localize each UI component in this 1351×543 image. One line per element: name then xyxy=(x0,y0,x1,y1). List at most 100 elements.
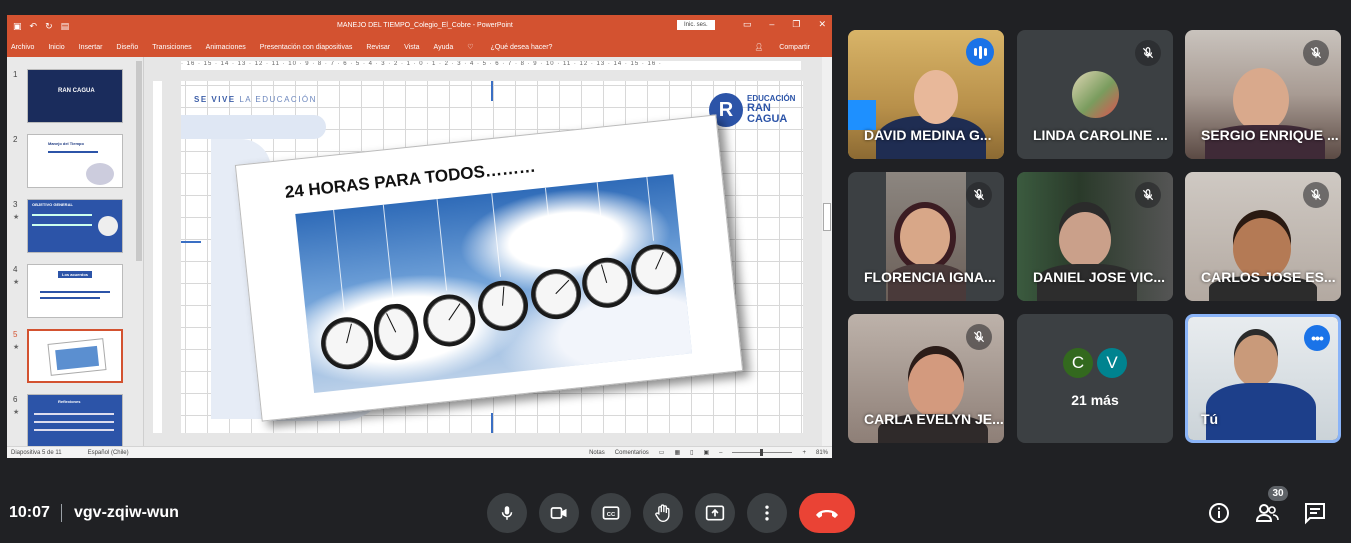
participant-tile[interactable]: SERGIO ENRIQUE ... xyxy=(1185,30,1341,159)
language-indicator[interactable]: Español (Chile) xyxy=(88,450,129,456)
thumbnail-title: OBJETIVO GENERAL xyxy=(32,202,73,207)
thumbnail-clock-image xyxy=(86,163,114,185)
present-icon[interactable]: ▤ xyxy=(61,21,70,31)
thumbnail-number: 6 xyxy=(13,395,18,404)
thumbnail-scrollbar[interactable] xyxy=(136,61,142,261)
present-screen-button[interactable] xyxy=(695,493,735,533)
participant-name: DANIEL JOSE VIC... xyxy=(1033,269,1165,285)
thumbnail-row-3[interactable]: 3 ★ OBJETIVO GENERAL xyxy=(7,199,142,259)
ribbon-display-icon[interactable]: ▭ xyxy=(743,19,752,30)
vertical-scrollbar[interactable] xyxy=(822,57,832,446)
slide-picture-card[interactable]: 24 HORAS PARA TODOS……… xyxy=(234,114,744,422)
zoom-slider[interactable] xyxy=(732,449,793,456)
thumbnail-row-5[interactable]: 5 ★ xyxy=(7,329,142,389)
sorter-view-icon[interactable]: ▦ xyxy=(674,449,680,456)
comments-button[interactable]: Comentarios xyxy=(615,450,649,456)
leave-call-button[interactable] xyxy=(799,493,855,533)
call-end-icon xyxy=(816,510,838,518)
tab-ayuda[interactable]: Ayuda xyxy=(434,44,454,51)
current-slide[interactable]: SE VIVE LA EDUCACIÓN R EDUCACIÓN RAN CAG… xyxy=(181,81,803,433)
slideshow-view-icon[interactable]: ▣ xyxy=(703,449,709,456)
participant-tile[interactable]: CARLOS JOSE ES... xyxy=(1185,172,1341,301)
chat-button[interactable] xyxy=(1302,500,1328,526)
thumbnail-line xyxy=(32,214,92,216)
others-group-tile[interactable]: C V 21 más xyxy=(1017,314,1173,443)
tab-insertar[interactable]: Insertar xyxy=(79,44,103,51)
ppt-workspace: 1 RAN CAGUA 2 Manejo del Tiempo 3 ★ OBJE… xyxy=(7,57,832,448)
animation-star-icon: ★ xyxy=(13,409,20,416)
slide-thumbnail[interactable]: Los acuerdos xyxy=(27,264,123,318)
participant-tile[interactable]: DAVID MEDINA G... xyxy=(848,30,1004,159)
horizontal-ruler: · 16 · 15 · 14 · 13 · 12 · 11 · 10 · 9 ·… xyxy=(181,61,801,70)
zoom-in-icon[interactable]: + xyxy=(802,450,806,456)
tab-transiciones[interactable]: Transiciones xyxy=(152,44,191,51)
tell-me-box[interactable]: ♡ ¿Qué desea hacer? xyxy=(467,43,566,52)
restore-icon[interactable]: ❐ xyxy=(792,19,800,30)
thumbnail-row-2[interactable]: 2 Manejo del Tiempo xyxy=(7,134,142,194)
sign-in-button[interactable]: Inic. ses. xyxy=(677,20,715,30)
self-tile[interactable]: ••• Tú xyxy=(1185,314,1341,443)
thumbnail-number: 3 xyxy=(13,200,18,209)
participant-tile[interactable]: CARLA EVELYN JE... xyxy=(848,314,1004,443)
tab-diseno[interactable]: Diseño xyxy=(116,44,138,51)
zoom-out-icon[interactable]: – xyxy=(719,450,722,456)
slide-thumbnail[interactable]: Manejo del Tiempo xyxy=(27,134,123,188)
redo-icon[interactable]: ↻ xyxy=(45,21,53,31)
raise-hand-button[interactable] xyxy=(643,493,683,533)
thumbnail-number: 5 xyxy=(13,330,18,339)
clock-icon xyxy=(318,207,376,372)
svg-text:CC: CC xyxy=(607,512,616,518)
chat-icon xyxy=(1305,503,1325,525)
normal-view-icon[interactable]: ▭ xyxy=(659,449,665,456)
tab-animaciones[interactable]: Animaciones xyxy=(206,44,246,51)
slide-thumbnail[interactable]: Reflexiones xyxy=(27,394,123,448)
save-icon[interactable]: ▣ xyxy=(13,21,22,31)
thumbnail-number: 1 xyxy=(13,70,18,79)
participant-head xyxy=(908,354,964,418)
undo-icon[interactable]: ↶ xyxy=(30,21,38,31)
logo-text: EDUCACIÓN RAN CAGUA xyxy=(747,95,795,125)
slide-thumbnail[interactable]: RAN CAGUA xyxy=(27,69,123,123)
captions-button[interactable]: CC xyxy=(591,493,631,533)
thumbnail-row-4[interactable]: 4 ★ Los acuerdos xyxy=(7,264,142,324)
clock-icon xyxy=(420,199,478,350)
tab-vista[interactable]: Vista xyxy=(404,44,419,51)
avatar: V xyxy=(1097,348,1127,378)
participant-avatar-photo xyxy=(1072,71,1119,118)
thumbnail-row-1[interactable]: 1 RAN CAGUA xyxy=(7,69,142,129)
tab-revisar[interactable]: Revisar xyxy=(366,44,390,51)
participant-tile[interactable]: DANIEL JOSE VIC... xyxy=(1017,172,1173,301)
meeting-details-button[interactable] xyxy=(1206,500,1232,526)
participants-button[interactable] xyxy=(1254,500,1280,526)
divider xyxy=(61,504,62,522)
notes-button[interactable]: Notas xyxy=(589,450,605,456)
ppt-status-bar: Diapositiva 5 de 11 Español (Chile) Nota… xyxy=(7,446,832,458)
slide-thumbnail-active[interactable] xyxy=(27,329,123,383)
tab-archivo[interactable]: Archivo xyxy=(11,44,34,51)
thumbnail-card xyxy=(47,338,107,376)
scrollbar-thumb[interactable] xyxy=(823,203,831,231)
reading-view-icon[interactable]: ▯ xyxy=(690,449,693,456)
participant-tile[interactable]: FLORENCIA IGNA... xyxy=(848,172,1004,301)
tab-presentacion[interactable]: Presentación con diapositivas xyxy=(260,44,353,51)
more-options-button[interactable] xyxy=(747,493,787,533)
document-title: MANEJO DEL TIEMPO_Colegio_El_Cobre - Pow… xyxy=(337,22,513,29)
info-icon xyxy=(1209,503,1229,523)
thumbnail-row-6[interactable]: 6 ★ Reflexiones xyxy=(7,394,142,454)
mic-icon xyxy=(501,506,513,520)
zoom-level[interactable]: 81% xyxy=(816,450,828,456)
mic-off-icon xyxy=(1135,182,1161,208)
school-logo: R EDUCACIÓN RAN CAGUA xyxy=(709,93,795,127)
participant-head xyxy=(1233,68,1289,132)
slide-thumbnail[interactable]: OBJETIVO GENERAL xyxy=(27,199,123,253)
more-options-icon[interactable]: ••• xyxy=(1304,325,1330,351)
close-icon[interactable]: ✕ xyxy=(818,19,826,30)
minimize-icon[interactable]: – xyxy=(769,19,774,30)
thumbnail-clock-image xyxy=(98,216,118,236)
microphone-button[interactable] xyxy=(487,493,527,533)
tab-inicio[interactable]: Inicio xyxy=(48,44,64,51)
share-button[interactable]: 👤︎ Compartir xyxy=(754,43,824,51)
participant-tile[interactable]: LINDA CAROLINE ... xyxy=(1017,30,1173,159)
camera-button[interactable] xyxy=(539,493,579,533)
participant-head xyxy=(1059,212,1111,268)
